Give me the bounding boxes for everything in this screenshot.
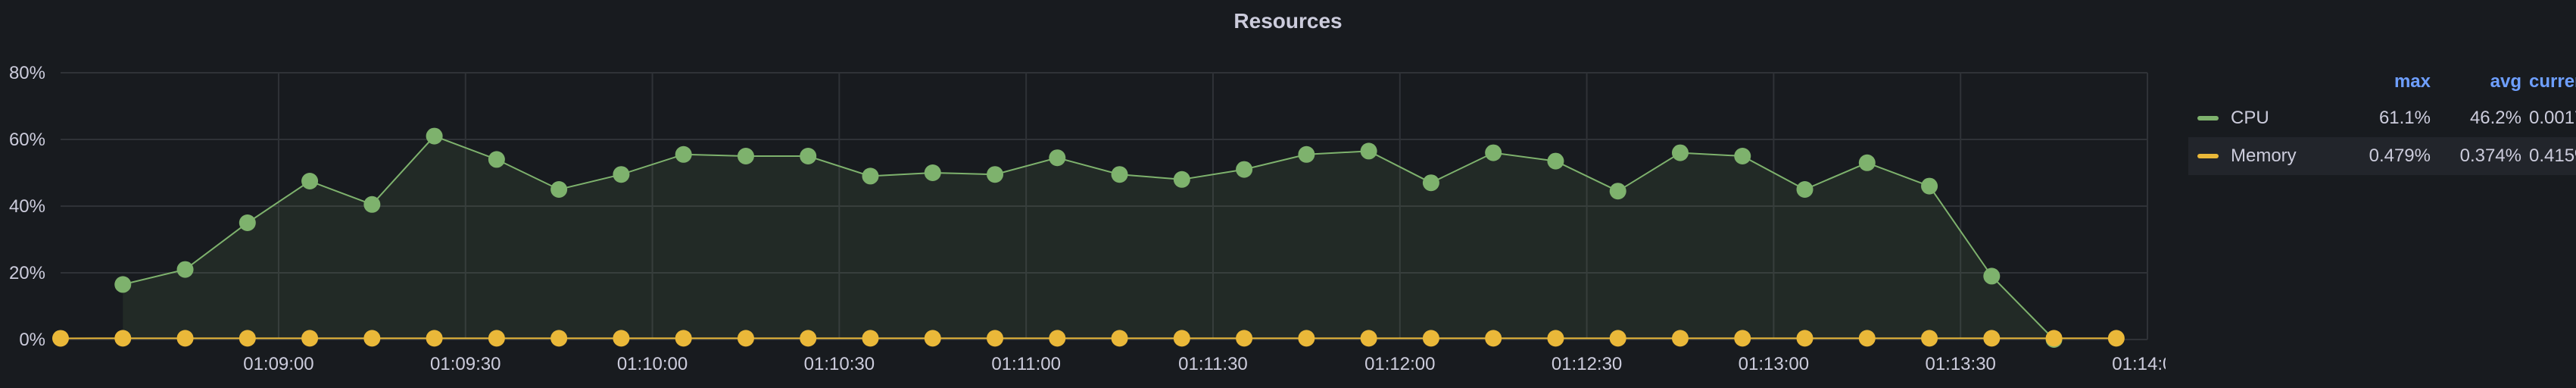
data-point-cpu xyxy=(1609,183,1626,200)
x-tick-label: 01:12:00 xyxy=(1364,354,1435,374)
data-point-cpu xyxy=(1921,177,1938,195)
data-point-memory xyxy=(176,330,194,347)
data-point-memory xyxy=(675,330,692,347)
x-tick-label: 01:14:00 xyxy=(2112,354,2166,374)
data-point-memory xyxy=(1671,330,1689,347)
data-point-memory xyxy=(1298,330,1315,347)
legend-table: max avg current CPU 61.1% 46.2% 0.00178%… xyxy=(2188,68,2576,182)
data-point-memory xyxy=(924,330,941,347)
legend-cpu-current: 0.00178% xyxy=(2529,108,2576,128)
data-point-cpu xyxy=(426,127,443,145)
data-point-memory xyxy=(114,330,132,347)
legend-header-max[interactable]: max xyxy=(2347,68,2431,95)
data-point-cpu xyxy=(924,164,941,181)
data-point-memory xyxy=(1858,330,1876,347)
data-point-memory xyxy=(1796,330,1813,347)
data-point-memory xyxy=(613,330,630,347)
legend-header-avg[interactable]: avg xyxy=(2438,68,2521,95)
legend-memory-avg: 0.374% xyxy=(2459,146,2521,166)
data-point-cpu xyxy=(1360,142,1377,160)
x-tick-label: 01:09:00 xyxy=(243,354,313,374)
data-point-memory xyxy=(1734,330,1751,347)
data-point-memory xyxy=(488,330,505,347)
x-tick-label: 01:09:30 xyxy=(430,354,501,374)
data-point-cpu xyxy=(1547,152,1564,170)
y-tick-label: 60% xyxy=(9,130,45,150)
data-point-cpu xyxy=(488,151,505,168)
data-point-memory xyxy=(1236,330,1253,347)
data-point-memory xyxy=(1111,330,1128,347)
data-point-cpu xyxy=(1422,174,1439,192)
data-point-memory xyxy=(1983,330,2001,347)
data-point-memory xyxy=(1422,330,1439,347)
data-point-memory xyxy=(52,330,69,347)
data-point-memory xyxy=(862,330,879,347)
data-point-cpu xyxy=(613,166,630,183)
x-tick-label: 01:10:00 xyxy=(617,354,688,374)
legend-name-memory: Memory xyxy=(2231,146,2297,166)
data-point-memory xyxy=(737,330,754,347)
legend-swatch-memory xyxy=(2197,154,2219,158)
x-tick-label: 01:11:30 xyxy=(1178,354,1248,374)
data-point-cpu xyxy=(1298,146,1315,163)
data-point-cpu xyxy=(1236,161,1253,178)
legend-memory-max: 0.479% xyxy=(2369,146,2431,166)
legend-row-cpu[interactable]: CPU 61.1% 46.2% 0.00178% xyxy=(2188,99,2576,137)
data-point-memory xyxy=(301,330,319,347)
legend-cpu-max: 61.1% xyxy=(2378,108,2431,128)
data-point-cpu xyxy=(800,148,817,164)
data-point-cpu xyxy=(1111,166,1128,183)
legend-cpu-avg: 46.2% xyxy=(2469,108,2521,128)
data-point-cpu xyxy=(862,167,879,185)
data-point-cpu xyxy=(239,214,256,231)
data-point-memory xyxy=(426,330,443,347)
data-point-cpu xyxy=(1049,149,1066,167)
data-point-cpu xyxy=(675,146,692,163)
x-tick-label: 01:13:00 xyxy=(1739,354,1809,374)
data-point-memory xyxy=(1485,330,1502,347)
data-point-cpu xyxy=(737,148,754,164)
data-point-cpu xyxy=(1671,144,1689,161)
y-tick-label: 40% xyxy=(9,196,45,217)
resources-panel: Resources 0% 20% 40% 60% 80% 01:09:00 01:09:30… xyxy=(0,0,2576,388)
data-point-memory xyxy=(2107,330,2125,347)
data-point-memory xyxy=(550,330,568,347)
data-point-memory xyxy=(239,330,256,347)
x-tick-label: 01:10:30 xyxy=(804,354,875,374)
chart-area: 0% 20% 40% 60% 80% 01:09:00 01:09:30 01:10:00 01… xyxy=(9,63,2166,374)
data-point-memory xyxy=(800,330,817,347)
data-point-cpu xyxy=(1983,268,2001,285)
data-point-memory xyxy=(363,330,381,347)
y-tick-label: 80% xyxy=(9,63,45,83)
data-point-cpu xyxy=(114,276,132,293)
x-tick-label: 01:12:30 xyxy=(1552,354,1622,374)
y-tick-label: 0% xyxy=(19,330,45,350)
legend-memory-current: 0.415% xyxy=(2529,146,2576,166)
data-point-memory xyxy=(1049,330,1066,347)
data-point-cpu xyxy=(550,181,568,198)
data-point-cpu xyxy=(363,196,381,213)
data-point-cpu xyxy=(1173,171,1190,188)
data-point-cpu xyxy=(1858,154,1876,171)
data-point-cpu xyxy=(987,166,1004,183)
data-point-cpu xyxy=(1796,181,1813,198)
data-point-memory xyxy=(1173,330,1190,347)
data-point-memory xyxy=(987,330,1004,347)
legend-name-cpu: CPU xyxy=(2231,108,2269,128)
y-tick-label: 20% xyxy=(9,263,45,283)
x-tick-label: 01:13:30 xyxy=(1925,354,1995,374)
data-point-cpu xyxy=(1485,144,1502,161)
legend-header-current[interactable]: current xyxy=(2529,68,2576,95)
data-point-memory xyxy=(1360,330,1377,347)
legend-swatch-cpu xyxy=(2197,116,2219,120)
data-point-memory xyxy=(1547,330,1564,347)
data-point-cpu xyxy=(176,261,194,278)
data-point-memory xyxy=(1609,330,1626,347)
legend-row-memory[interactable]: Memory 0.479% 0.374% 0.415% xyxy=(2188,137,2576,175)
data-point-cpu xyxy=(301,173,319,189)
data-point-memory xyxy=(1921,330,1938,347)
x-tick-label: 01:11:00 xyxy=(991,354,1061,374)
data-point-cpu xyxy=(1734,148,1751,164)
data-point-memory xyxy=(2045,330,2063,347)
